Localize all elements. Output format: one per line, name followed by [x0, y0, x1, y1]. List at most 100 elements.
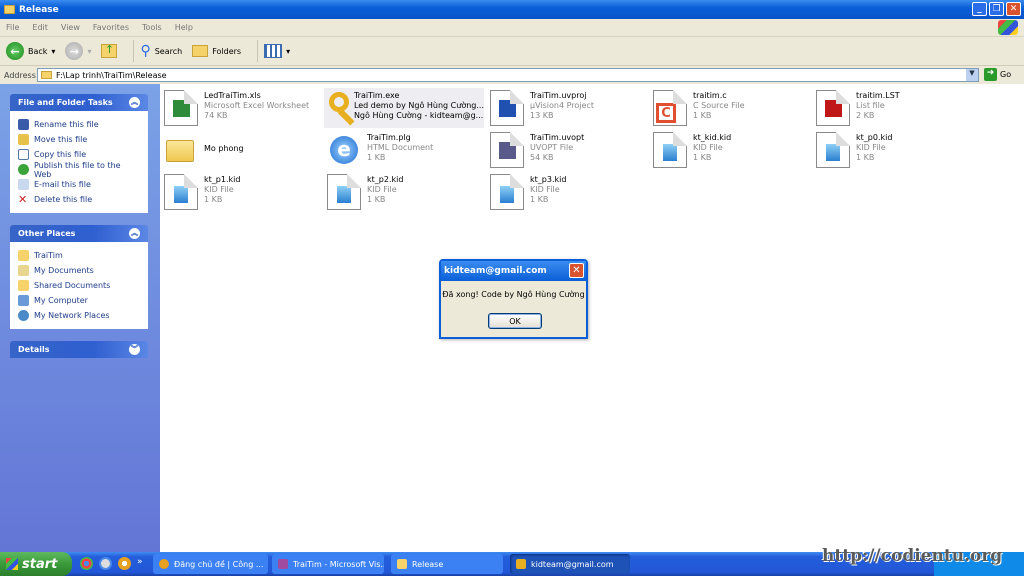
menu-bar: File Edit View Favorites Tools Help	[0, 19, 1024, 37]
rename-icon	[18, 119, 29, 130]
place-network[interactable]: My Network Places	[18, 308, 140, 323]
task-label: Copy this file	[34, 150, 87, 159]
place-my-documents[interactable]: My Documents	[18, 263, 140, 278]
file-type: KID File	[856, 143, 886, 152]
file-item[interactable]: kt_kid.kid KID File 1 KB	[650, 130, 810, 170]
toolbar-divider	[257, 40, 259, 62]
file-item[interactable]: LedTraiTim.xls Microsoft Excel Worksheet 7…	[161, 88, 321, 128]
folder-icon	[18, 250, 29, 261]
place-my-computer[interactable]: My Computer	[18, 293, 140, 308]
file-item[interactable]: kt_p0.kid KID File 1 KB	[813, 130, 973, 170]
taskbar-item-chrome[interactable]: Đăng chủ đề | Công ...	[153, 554, 268, 574]
file-type: UVOPT File	[530, 143, 574, 152]
kid-file-icon	[164, 174, 198, 210]
task-delete[interactable]: ✕ Delete this file	[18, 192, 140, 207]
expand-chevron-icon[interactable]: ︾	[129, 344, 140, 355]
file-item[interactable]: TraiTim.exe Led demo by Ngô Hùng Cường...…	[324, 88, 484, 128]
file-item[interactable]: kt_p3.kid KID File 1 KB	[487, 172, 647, 212]
dialog-close-button[interactable]: ✕	[569, 263, 584, 278]
task-email[interactable]: E-mail this file	[18, 177, 140, 192]
task-rename[interactable]: Rename this file	[18, 117, 140, 132]
task-move[interactable]: Move this file	[18, 132, 140, 147]
visual-studio-icon	[278, 559, 288, 569]
back-arrow-icon: ←	[6, 42, 24, 60]
minimize-button[interactable]: _	[972, 2, 987, 16]
panel-header[interactable]: Details ︾	[10, 341, 148, 358]
file-item[interactable]: Mo phong	[161, 130, 321, 170]
forward-button[interactable]: → ▾	[65, 42, 91, 60]
task-publish[interactable]: Publish this file to the Web	[18, 161, 140, 179]
dialog-title: kidteam@gmail.com	[444, 266, 547, 276]
go-button[interactable]: ➜ Go	[984, 68, 1011, 81]
file-name: traitim.LST	[856, 91, 900, 100]
file-item[interactable]: kt_p1.kid KID File 1 KB	[161, 172, 321, 212]
file-size: 1 KB	[367, 195, 386, 204]
more-chevron-icon[interactable]: »	[137, 557, 145, 570]
up-folder-button[interactable]: ↑	[101, 44, 118, 58]
delete-x-icon: ✕	[18, 193, 28, 206]
taskbar-item-dialog[interactable]: kidteam@gmail.com	[510, 554, 630, 574]
ok-button[interactable]: OK	[488, 313, 542, 329]
taskbar-item-visual-studio[interactable]: TraiTim - Microsoft Vis...	[272, 554, 384, 574]
window-title-bar[interactable]: Release _ ❐ ✕	[0, 0, 1024, 19]
search-icon: ⚲	[140, 43, 151, 59]
dialog-message: Đã xong! Code by Ngô Hùng Cường	[442, 290, 585, 299]
place-traitim[interactable]: TraiTim	[18, 248, 140, 263]
file-name: TraiTim.plg	[367, 133, 411, 142]
details-panel: Details ︾	[10, 341, 148, 358]
start-label: start	[22, 556, 58, 572]
maximize-button[interactable]: ❐	[989, 2, 1004, 16]
task-label: Đăng chủ đề | Công ...	[174, 559, 264, 569]
file-size: 1 KB	[693, 111, 712, 120]
folder-icon	[41, 71, 52, 79]
address-dropdown-icon[interactable]: ▼	[966, 69, 978, 81]
move-icon	[18, 134, 29, 145]
file-item[interactable]: kt_p2.kid KID File 1 KB	[324, 172, 484, 212]
menu-help[interactable]: Help	[175, 23, 193, 32]
address-input[interactable]: F:\Lap trinh\TraiTim\Release ▼	[37, 68, 979, 82]
search-button[interactable]: ⚲ Search	[140, 43, 182, 59]
kid-file-icon	[653, 132, 687, 168]
windows-flag-icon	[6, 558, 18, 570]
menu-file[interactable]: File	[6, 23, 19, 32]
panel-header[interactable]: File and Folder Tasks ︽	[10, 94, 148, 111]
file-item[interactable]: TraiTim.uvproj µVision4 Project 13 KB	[487, 88, 647, 128]
collapse-chevron-icon[interactable]: ︽	[129, 228, 140, 239]
file-name: kt_p3.kid	[530, 175, 567, 184]
forward-arrow-icon: →	[65, 42, 84, 60]
menu-favorites[interactable]: Favorites	[93, 23, 129, 32]
folders-button[interactable]: Folders	[192, 45, 241, 57]
taskbar-item-release[interactable]: Release	[391, 554, 503, 574]
start-button[interactable]: start	[0, 552, 72, 576]
c-source-icon: C	[653, 90, 687, 126]
file-size: 1 KB	[530, 195, 549, 204]
app-icon[interactable]	[99, 557, 112, 570]
chrome-icon[interactable]	[80, 557, 93, 570]
collapse-chevron-icon[interactable]: ︽	[129, 97, 140, 108]
views-button[interactable]: ▾	[264, 44, 290, 58]
go-label: Go	[1000, 70, 1012, 79]
panel-title: Other Places	[18, 229, 76, 238]
file-size: 2 KB	[856, 111, 875, 120]
file-item[interactable]: traitim.LST List file 2 KB	[813, 88, 973, 128]
file-item[interactable]: TraiTim.uvopt UVOPT File 54 KB	[487, 130, 647, 170]
panel-title: Details	[18, 345, 50, 354]
menu-tools[interactable]: Tools	[142, 23, 162, 32]
menu-edit[interactable]: Edit	[32, 23, 48, 32]
media-icon[interactable]	[118, 557, 131, 570]
place-shared-documents[interactable]: Shared Documents	[18, 278, 140, 293]
excel-icon	[164, 90, 198, 126]
file-type: Led demo by Ngô Hùng Cường...	[353, 101, 484, 110]
views-icon	[264, 44, 283, 58]
dialog-title-bar[interactable]: kidteam@gmail.com ✕	[441, 261, 586, 281]
file-item[interactable]: Ctraitim.c C Source File 1 KB	[650, 88, 810, 128]
dropdown-arrow-icon: ▾	[87, 46, 92, 56]
panel-header[interactable]: Other Places ︽	[10, 225, 148, 242]
folder-icon	[397, 559, 407, 569]
file-item[interactable]: e TraiTim.plg HTML Document 1 KB	[324, 130, 484, 170]
address-value: F:\Lap trinh\TraiTim\Release	[56, 70, 167, 80]
menu-view[interactable]: View	[61, 23, 80, 32]
back-button[interactable]: ← Back ▾	[6, 42, 55, 60]
close-button[interactable]: ✕	[1006, 2, 1021, 16]
place-label: Shared Documents	[34, 281, 111, 290]
